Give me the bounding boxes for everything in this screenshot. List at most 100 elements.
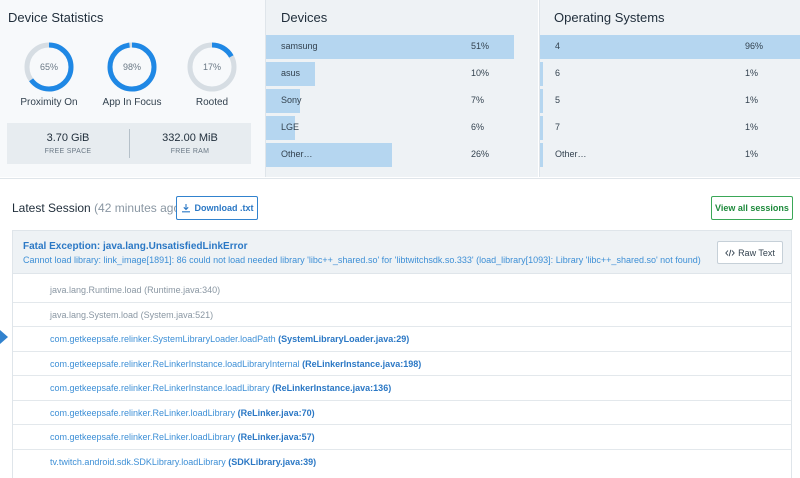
- frame-file: (System.java:521): [140, 309, 214, 320]
- device-percent: 7%: [471, 95, 485, 105]
- exception-header: Fatal Exception: java.lang.UnsatisfiedLi…: [13, 231, 791, 274]
- raw-text-label: Raw Text: [738, 247, 775, 258]
- stack-frame[interactable]: tv.twitch.android.sdk.SDKLibrary.loadLib…: [13, 450, 791, 475]
- frame-file: (ReLinker.java:57): [237, 432, 315, 442]
- app-in-focus-gauge: 98%: [107, 42, 157, 92]
- stack-frame[interactable]: com.getkeepsafe.relinker.ReLinker.loadLi…: [13, 425, 791, 450]
- device-percent: 10%: [471, 68, 490, 78]
- stack-frame[interactable]: java.lang.System.load (System.java:521): [13, 303, 791, 327]
- stack-frame-text: com.getkeepsafe.relinker.ReLinker.loadLi…: [50, 432, 315, 442]
- stack-frame-text: com.getkeepsafe.relinker.ReLinkerInstanc…: [50, 383, 391, 393]
- os-bar: [540, 143, 543, 167]
- os-name: 5: [555, 95, 561, 105]
- os-percent: 1%: [745, 68, 759, 78]
- frame-file: (ReLinker.java:70): [237, 407, 315, 418]
- stack-frame-text: com.getkeepsafe.relinker.ReLinkerInstanc…: [50, 359, 421, 369]
- proximity-gauge-label: Proximity On: [20, 97, 78, 108]
- rooted-gauge: 17%: [187, 42, 237, 92]
- os-row[interactable]: 5 1%: [540, 89, 800, 115]
- device-row[interactable]: samsung 51%: [266, 35, 538, 61]
- latest-session-title: Latest Session (42 minutes ago): [12, 201, 184, 215]
- exception-message: Cannot load library: link_image[1891]: 8…: [23, 255, 701, 265]
- frame-file: (SystemLibraryLoader.java:29): [278, 334, 410, 344]
- stack-frame[interactable]: com.getkeepsafe.relinker.ReLinker.loadLi…: [13, 401, 791, 425]
- device-name: asus: [281, 68, 301, 78]
- device-percent: 51%: [471, 41, 490, 51]
- os-name: 7: [555, 122, 561, 132]
- stack-frame-text: com.getkeepsafe.relinker.SystemLibraryLo…: [50, 334, 409, 344]
- stack-frame[interactable]: java.lang.Runtime.load (Runtime.java:340…: [13, 278, 791, 303]
- free-ram-value: 332.00 MiB: [162, 132, 218, 144]
- view-all-sessions-label: View all sessions: [715, 203, 789, 213]
- os-bar: [540, 89, 543, 113]
- download-txt-label: Download .txt: [194, 203, 254, 213]
- stack-frame[interactable]: com.getkeepsafe.relinker.SystemLibraryLo…: [13, 327, 791, 352]
- os-name: 4: [555, 41, 561, 51]
- download-txt-button[interactable]: Download .txt: [176, 196, 258, 220]
- device-statistics-title: Device Statistics: [8, 10, 104, 25]
- os-percent: 1%: [745, 95, 759, 105]
- raw-text-button[interactable]: Raw Text: [717, 241, 783, 264]
- os-bar: [540, 62, 543, 86]
- device-percent: 6%: [471, 122, 485, 132]
- device-row[interactable]: Other… 26%: [266, 143, 538, 169]
- free-ram-label: FREE RAM: [170, 148, 210, 155]
- os-bar: [540, 116, 543, 140]
- stack-frame-text: tv.twitch.android.sdk.SDKLibrary.loadLib…: [50, 457, 316, 467]
- os-name: Other…: [555, 149, 587, 159]
- rooted-gauge-label: Rooted: [195, 97, 229, 108]
- os-name: 6: [555, 68, 561, 78]
- device-row[interactable]: Sony 7%: [266, 89, 538, 115]
- device-percent: 26%: [471, 149, 490, 159]
- frame-file: (Runtime.java:340): [144, 285, 221, 295]
- os-percent: 1%: [745, 122, 759, 132]
- free-space-stat: 3.70 GiB FREE SPACE: [7, 123, 129, 164]
- view-all-sessions-button[interactable]: View all sessions: [711, 196, 793, 220]
- frame-method: java.lang.System.load: [50, 309, 139, 320]
- app-in-focus-gauge-label: App In Focus: [102, 97, 162, 108]
- exception-title: Fatal Exception: java.lang.UnsatisfiedLi…: [23, 241, 248, 252]
- free-ram-stat: 332.00 MiB FREE RAM: [129, 123, 251, 164]
- device-row[interactable]: LGE 6%: [266, 116, 538, 142]
- frame-method: com.getkeepsafe.relinker.SystemLibraryLo…: [50, 334, 276, 344]
- device-row[interactable]: asus 10%: [266, 62, 538, 88]
- os-row[interactable]: Other… 1%: [540, 143, 800, 169]
- frame-method: com.getkeepsafe.relinker.ReLinker.loadLi…: [50, 407, 236, 418]
- free-space-label: FREE SPACE: [44, 148, 92, 155]
- proximity-gauge-value: 65%: [40, 62, 58, 72]
- device-name: LGE: [281, 122, 300, 132]
- app-in-focus-gauge-value: 98%: [123, 62, 141, 72]
- frame-method: com.getkeepsafe.relinker.ReLinkerInstanc…: [50, 358, 300, 369]
- stack-frame-text: com.getkeepsafe.relinker.ReLinker.loadLi…: [50, 408, 315, 418]
- os-row[interactable]: 6 1%: [540, 62, 800, 88]
- device-name: Other…: [281, 149, 313, 159]
- devices-panel: Devices samsung 51% asus 10% Sony 7% LGE…: [265, 0, 538, 177]
- frame-method: com.getkeepsafe.relinker.ReLinkerInstanc…: [50, 383, 270, 393]
- memory-summary: 3.70 GiB FREE SPACE 332.00 MiB FREE RAM: [7, 123, 251, 164]
- code-icon: [725, 249, 735, 256]
- stack-frame-text: java.lang.Runtime.load (Runtime.java:340…: [50, 285, 220, 295]
- frame-file: (SDKLibrary.java:39): [228, 456, 317, 467]
- stats-header: Device Statistics 65% Proximity On 98% A…: [0, 0, 800, 177]
- os-row[interactable]: 7 1%: [540, 116, 800, 142]
- exception-panel: Fatal Exception: java.lang.UnsatisfiedLi…: [12, 230, 792, 478]
- stack-frame[interactable]: com.getkeepsafe.relinker.ReLinkerInstanc…: [13, 376, 791, 401]
- stack-frame-text: java.lang.System.load (System.java:521): [50, 310, 213, 320]
- frame-file: (ReLinkerInstance.java:198): [302, 358, 422, 369]
- os-percent: 1%: [745, 149, 759, 159]
- rooted-gauge-value: 17%: [203, 62, 221, 72]
- frame-method: com.getkeepsafe.relinker.ReLinker.loadLi…: [50, 432, 236, 442]
- device-statistics-panel: Device Statistics 65% Proximity On 98% A…: [0, 0, 265, 177]
- stack-frame[interactable]: com.getkeepsafe.relinker.ReLinkerInstanc…: [13, 352, 791, 376]
- frame-method: tv.twitch.android.sdk.SDKLibrary.loadLib…: [50, 456, 226, 467]
- free-space-value: 3.70 GiB: [46, 132, 90, 144]
- frame-method: java.lang.Runtime.load: [50, 285, 142, 295]
- os-row[interactable]: 4 96%: [540, 35, 800, 61]
- os-percent: 96%: [745, 41, 764, 51]
- device-name: Sony: [281, 95, 302, 105]
- current-frame-marker-icon: [0, 330, 8, 344]
- device-name: samsung: [281, 41, 318, 51]
- proximity-gauge: 65%: [24, 42, 74, 92]
- latest-session-header: Latest Session (42 minutes ago) Download…: [0, 178, 800, 230]
- download-icon: [181, 204, 190, 213]
